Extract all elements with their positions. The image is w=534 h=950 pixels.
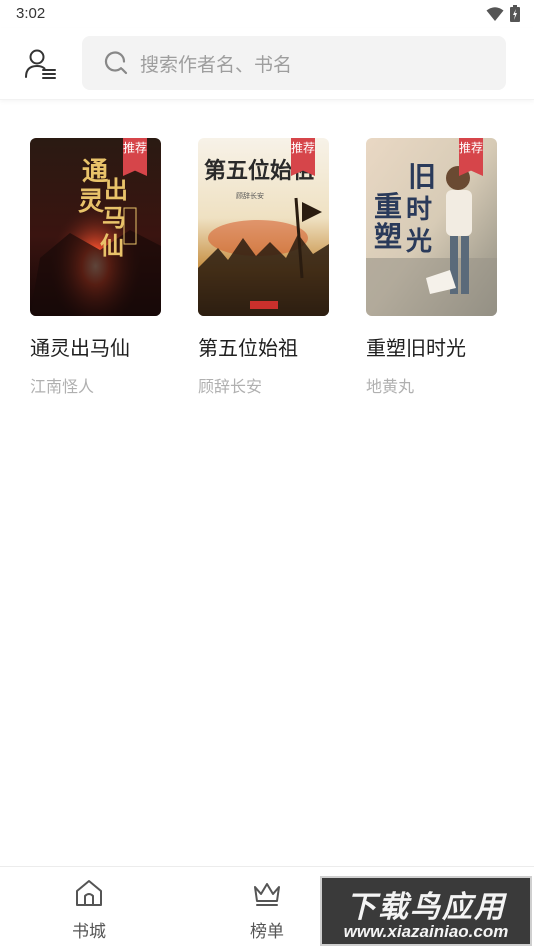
nav-label: 书城 (72, 922, 106, 942)
crown-icon (254, 883, 280, 906)
status-time: 3:02 (16, 5, 46, 22)
recommend-badge: 推荐 (291, 138, 315, 176)
search-input[interactable]: 搜索作者名、书名 (82, 36, 506, 90)
book-author: 顾辞长安 (198, 377, 263, 396)
book-cover[interactable]: 第五位始祖 顾辞长安 推荐 (198, 138, 329, 316)
user-menu-button[interactable] (24, 48, 58, 80)
search-placeholder: 搜索作者名、书名 (140, 53, 293, 76)
top-bar: 搜索作者名、书名 (0, 28, 534, 100)
book-cover[interactable]: 旧 重 时 塑 光 推荐 (366, 138, 497, 316)
book-card[interactable]: 第五位始祖 顾辞长安 推荐 第五位始祖 顾辞长安 (198, 138, 330, 397)
svg-text:重: 重 (374, 190, 402, 223)
svg-text:光: 光 (405, 227, 432, 257)
watermark-logo: 下载鸟应用 www.xiazainiao.com (320, 876, 532, 946)
user-menu-icon (25, 49, 56, 79)
nav-label: 榜单 (250, 922, 284, 942)
svg-text:灵: 灵 (78, 187, 104, 217)
book-author: 江南怪人 (30, 377, 95, 396)
home-icon (76, 880, 102, 906)
nav-bookstore[interactable]: 书城 (49, 877, 129, 942)
svg-text:旧: 旧 (408, 160, 436, 193)
svg-text:马: 马 (102, 203, 126, 232)
svg-text:顾辞长安: 顾辞长安 (236, 191, 264, 200)
book-card[interactable]: 旧 重 时 塑 光 推荐 重塑旧时光 地黄丸 (366, 138, 498, 397)
watermark-title: 下载鸟应用 (346, 890, 506, 925)
recommend-badge: 推荐 (459, 138, 483, 176)
wifi-icon (486, 6, 504, 21)
svg-text:时: 时 (406, 195, 432, 225)
book-title[interactable]: 第五位始祖 (198, 332, 330, 361)
status-icons (486, 5, 520, 22)
nav-ranking[interactable]: 榜单 (227, 877, 307, 942)
book-title[interactable]: 通灵出马仙 (30, 332, 162, 361)
watermark-url: www.xiazainiao.com (343, 922, 509, 941)
book-card[interactable]: 通 灵 出 马 仙 推荐 通灵出马仙 江南怪人 (30, 138, 162, 397)
recommend-badge: 推荐 (123, 138, 147, 176)
svg-text:出: 出 (104, 175, 128, 204)
search-icon (104, 51, 128, 75)
svg-text:仙: 仙 (100, 231, 124, 260)
book-author: 地黄丸 (366, 377, 415, 396)
svg-text:塑: 塑 (374, 220, 402, 253)
book-cover[interactable]: 通 灵 出 马 仙 推荐 (30, 138, 161, 316)
battery-icon (510, 5, 520, 22)
book-title[interactable]: 重塑旧时光 (366, 332, 498, 361)
status-bar: 3:02 (0, 0, 534, 28)
